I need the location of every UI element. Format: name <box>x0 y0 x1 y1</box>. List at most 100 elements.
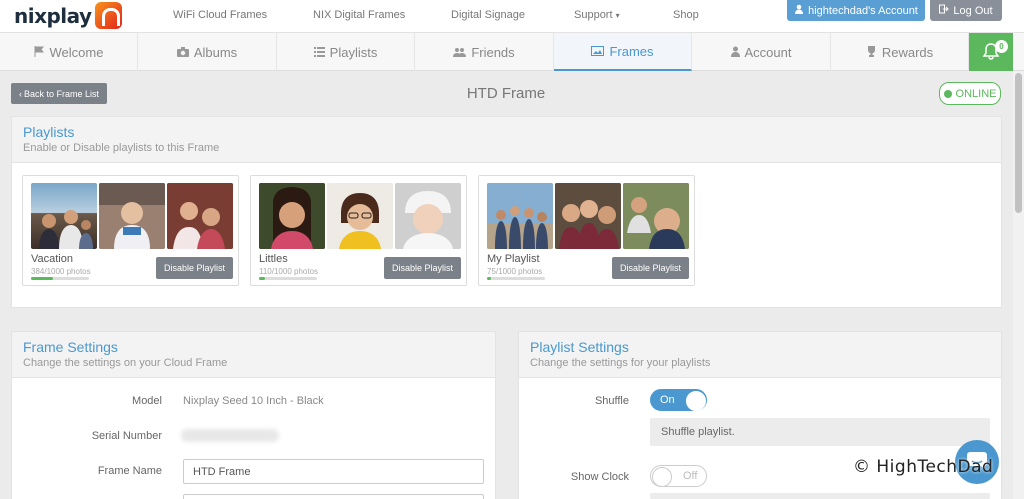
playlist-thumbnail <box>623 183 689 249</box>
logout-label: Log Out <box>953 4 993 17</box>
disable-playlist-button[interactable]: Disable Playlist <box>384 257 461 279</box>
tab-friends[interactable]: Friends <box>415 33 554 71</box>
playlist-thumbnail <box>99 183 165 249</box>
show-clock-help-text <box>650 493 990 499</box>
playlists-title: Playlists <box>23 124 75 140</box>
tab-rewards[interactable]: Rewards <box>831 33 969 71</box>
playlist-progress-fill <box>259 277 266 280</box>
show-clock-toggle-state: Off <box>683 470 698 482</box>
frame-name-label: Frame Name <box>97 465 162 477</box>
playlist-progress-bar <box>31 277 89 280</box>
shuffle-toggle-state: On <box>660 394 675 406</box>
toggle-knob <box>652 467 672 487</box>
disable-playlist-button[interactable]: Disable Playlist <box>156 257 233 279</box>
logo-mark-icon <box>94 2 122 29</box>
logo-text: nixplay <box>14 3 92 28</box>
playlists-panel-header: Playlists Enable or Disable playlists to… <box>12 117 1001 163</box>
list-icon <box>313 45 325 60</box>
nav-nix-digital-frames[interactable]: NIX Digital Frames <box>313 9 405 21</box>
tab-playlists-label: Playlists <box>329 44 378 60</box>
frame-settings-title: Frame Settings <box>23 339 118 355</box>
tab-account-label: Account <box>744 44 792 60</box>
playlist-thumbnail <box>167 183 233 249</box>
frame-settings-subtitle: Change the settings on your Cloud Frame <box>23 357 228 369</box>
frame-name-input[interactable]: HTD Frame <box>183 459 484 484</box>
playlist-thumbnail <box>31 183 97 249</box>
model-value: Nixplay Seed 10 Inch - Black <box>183 395 324 407</box>
nav-support-label: Support <box>574 9 613 21</box>
playlist-settings-subtitle: Change the settings for your playlists <box>530 357 711 369</box>
playlist-thumbnail <box>259 183 325 249</box>
main-tabs: Welcome Albums Playlists Friends Frames … <box>0 33 1024 71</box>
status-label: ONLINE <box>955 87 997 100</box>
serial-number-value-redacted <box>181 429 279 442</box>
nav-wifi-cloud-frames[interactable]: WiFi Cloud Frames <box>173 9 267 21</box>
serial-number-label: Serial Number <box>91 430 162 442</box>
watermark: © HighTechDad <box>853 457 994 477</box>
playlist-progress-fill <box>31 277 54 280</box>
playlist-thumbnail <box>395 183 461 249</box>
scrollbar-thumb[interactable] <box>1015 73 1022 213</box>
picture-icon <box>591 44 605 59</box>
disable-playlist-button[interactable]: Disable Playlist <box>612 257 689 279</box>
playlist-photo-count: 110/1000 photos <box>259 267 319 276</box>
notifications-button[interactable]: 0 <box>969 33 1013 71</box>
playlist-thumbnail <box>555 183 621 249</box>
model-label: Model <box>132 395 162 407</box>
playlist-photo-count: 75/1000 photos <box>487 267 543 276</box>
next-setting-input[interactable] <box>183 494 484 499</box>
nav-support[interactable]: Support ▾ <box>574 9 620 21</box>
playlist-thumbnail <box>327 183 393 249</box>
status-dot-icon <box>943 89 952 98</box>
tab-albums-label: Albums <box>193 44 238 60</box>
show-clock-label: Show Clock <box>570 471 629 483</box>
nav-digital-signage[interactable]: Digital Signage <box>451 9 525 21</box>
playlist-card-vacation: Vacation 384/1000 photos Disable Playlis… <box>22 175 239 286</box>
trophy-icon <box>866 45 877 60</box>
tab-welcome[interactable]: Welcome <box>0 33 138 71</box>
flag-icon <box>34 45 45 60</box>
tab-account[interactable]: Account <box>692 33 831 71</box>
playlist-progress-bar <box>259 277 317 280</box>
page-title: HTD Frame <box>466 85 546 102</box>
toggle-knob <box>686 391 706 411</box>
playlist-progress-fill <box>487 277 492 280</box>
account-label: hightechdad's Account <box>808 4 918 17</box>
playlist-photo-count: 384/1000 photos <box>31 267 91 276</box>
playlist-progress-bar <box>487 277 545 280</box>
playlist-settings-header: Playlist Settings Change the settings fo… <box>519 332 1001 378</box>
shuffle-help-text: Shuffle playlist. <box>650 418 990 446</box>
top-bar: nixplay WiFi Cloud Frames NIX Digital Fr… <box>0 0 1024 33</box>
playlist-thumbnail <box>487 183 553 249</box>
logout-icon <box>939 4 950 17</box>
status-badge: ONLINE <box>939 82 1001 105</box>
notification-count: 0 <box>995 40 1008 53</box>
logout-button[interactable]: Log Out <box>930 0 1002 21</box>
user-icon <box>730 45 740 60</box>
tab-frames-label: Frames <box>609 43 654 59</box>
tab-friends-label: Friends <box>471 44 515 60</box>
frame-settings-header: Frame Settings Change the settings on yo… <box>12 332 495 378</box>
playlist-card-littles: Littles 110/1000 photos Disable Playlist <box>250 175 467 286</box>
tab-albums[interactable]: Albums <box>138 33 277 71</box>
playlist-name: My Playlist <box>487 253 540 265</box>
playlist-name: Vacation <box>31 253 73 265</box>
nav-shop[interactable]: Shop <box>673 9 699 21</box>
show-clock-toggle[interactable]: Off <box>650 465 707 487</box>
caret-down-icon: ▾ <box>615 11 620 20</box>
account-button[interactable]: hightechdad's Account <box>787 0 925 21</box>
camera-icon <box>176 45 189 60</box>
nixplay-logo[interactable]: nixplay <box>14 2 122 29</box>
tab-welcome-label: Welcome <box>49 44 104 60</box>
playlist-card-my-playlist: My Playlist 75/1000 photos Disable Playl… <box>478 175 695 286</box>
playlists-subtitle: Enable or Disable playlists to this Fram… <box>23 142 220 154</box>
shuffle-label: Shuffle <box>594 395 629 407</box>
shuffle-toggle[interactable]: On <box>650 389 707 411</box>
users-icon <box>453 45 467 60</box>
user-icon <box>794 4 804 17</box>
tab-frames[interactable]: Frames <box>554 33 692 71</box>
tab-rewards-label: Rewards <box>881 44 934 60</box>
playlist-name: Littles <box>259 253 288 265</box>
playlist-settings-title: Playlist Settings <box>530 339 629 355</box>
tab-playlists[interactable]: Playlists <box>277 33 415 71</box>
